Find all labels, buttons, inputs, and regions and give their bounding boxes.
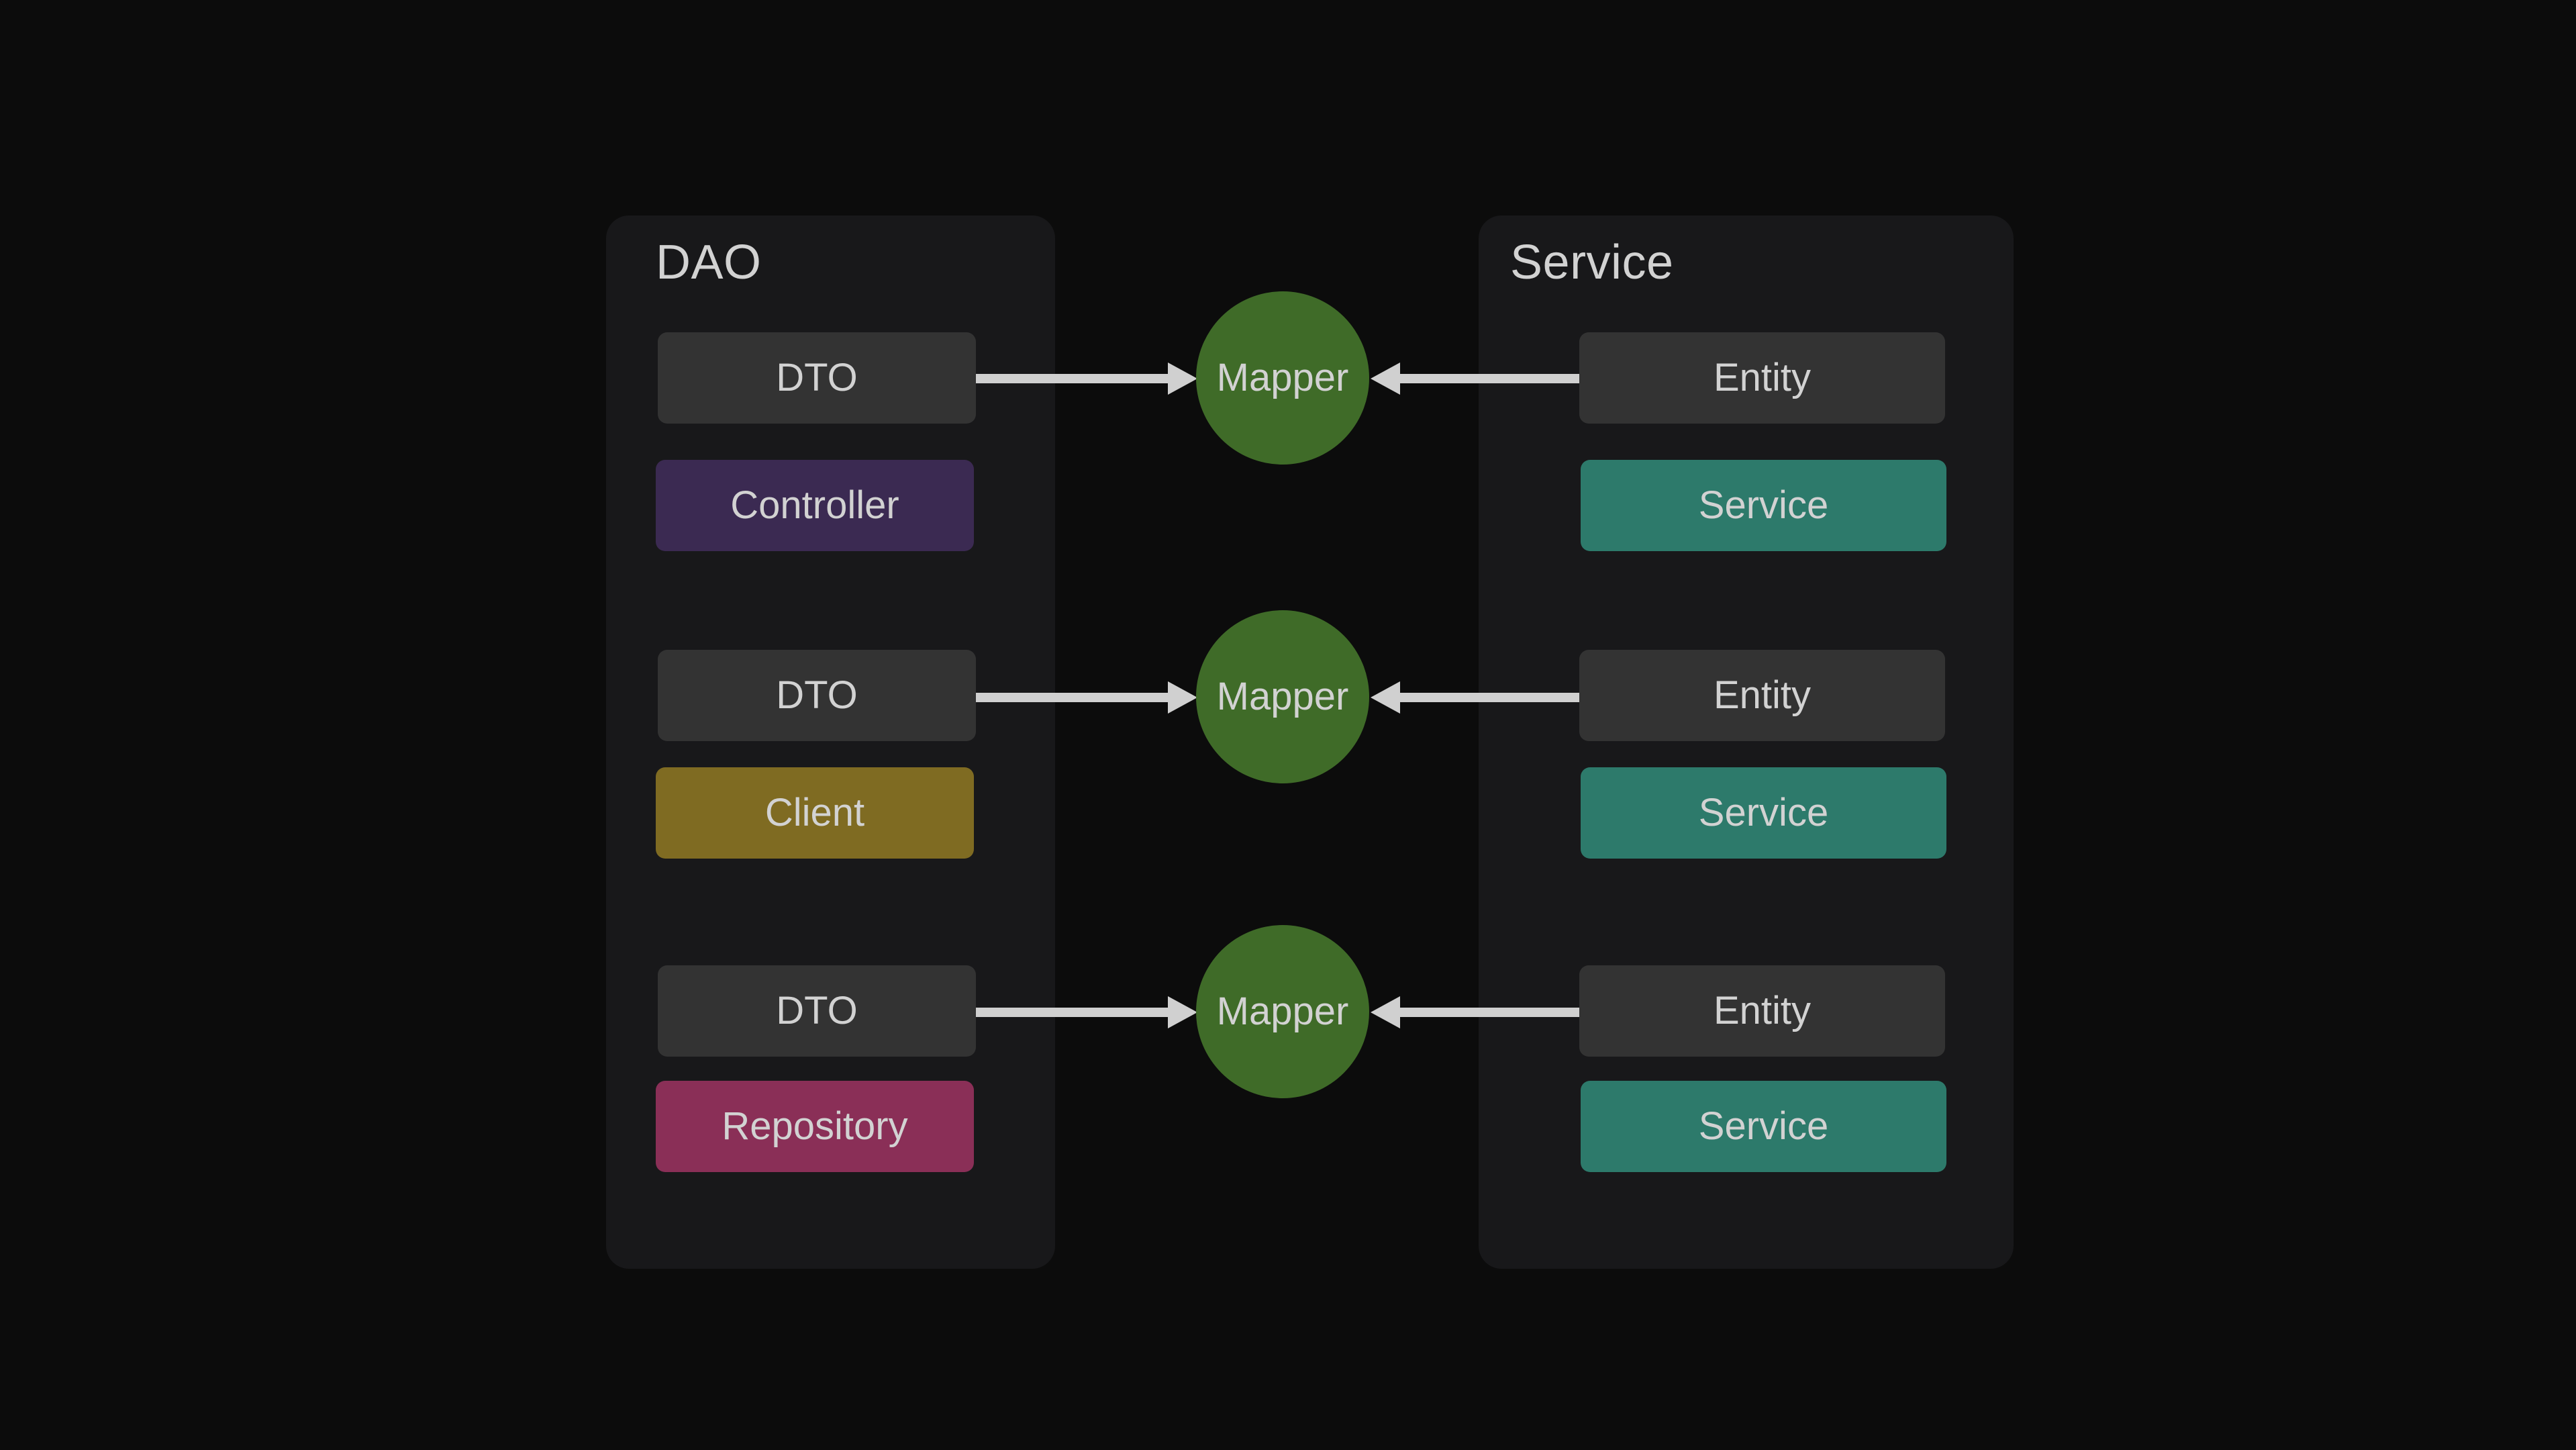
node-entity-1[interactable]: Entity bbox=[1579, 332, 1945, 424]
node-entity-3[interactable]: Entity bbox=[1579, 965, 1945, 1057]
node-client[interactable]: Client bbox=[656, 767, 974, 859]
arrow-dto-to-mapper-3 bbox=[976, 996, 1197, 1028]
node-controller[interactable]: Controller bbox=[656, 460, 974, 551]
group-title-dao: DAO bbox=[656, 236, 762, 289]
node-dto-3[interactable]: DTO bbox=[658, 965, 976, 1057]
group-title-service: Service bbox=[1510, 236, 1674, 289]
node-mapper-1[interactable]: Mapper bbox=[1196, 291, 1369, 465]
node-dto-1[interactable]: DTO bbox=[658, 332, 976, 424]
node-repository[interactable]: Repository bbox=[656, 1081, 974, 1172]
node-service-3[interactable]: Service bbox=[1581, 1081, 1946, 1172]
diagram-canvas: DAO Service DTO Controller Mapper Entity… bbox=[0, 0, 2576, 1450]
arrow-entity-to-mapper-1 bbox=[1371, 362, 1584, 395]
arrow-dto-to-mapper-2 bbox=[976, 681, 1197, 714]
arrow-dto-to-mapper-1 bbox=[976, 362, 1197, 395]
node-mapper-3[interactable]: Mapper bbox=[1196, 925, 1369, 1098]
node-entity-2[interactable]: Entity bbox=[1579, 650, 1945, 741]
node-dto-2[interactable]: DTO bbox=[658, 650, 976, 741]
node-mapper-2[interactable]: Mapper bbox=[1196, 610, 1369, 783]
arrow-entity-to-mapper-2 bbox=[1371, 681, 1584, 714]
arrow-entity-to-mapper-3 bbox=[1371, 996, 1584, 1028]
node-service-1[interactable]: Service bbox=[1581, 460, 1946, 551]
node-service-2[interactable]: Service bbox=[1581, 767, 1946, 859]
